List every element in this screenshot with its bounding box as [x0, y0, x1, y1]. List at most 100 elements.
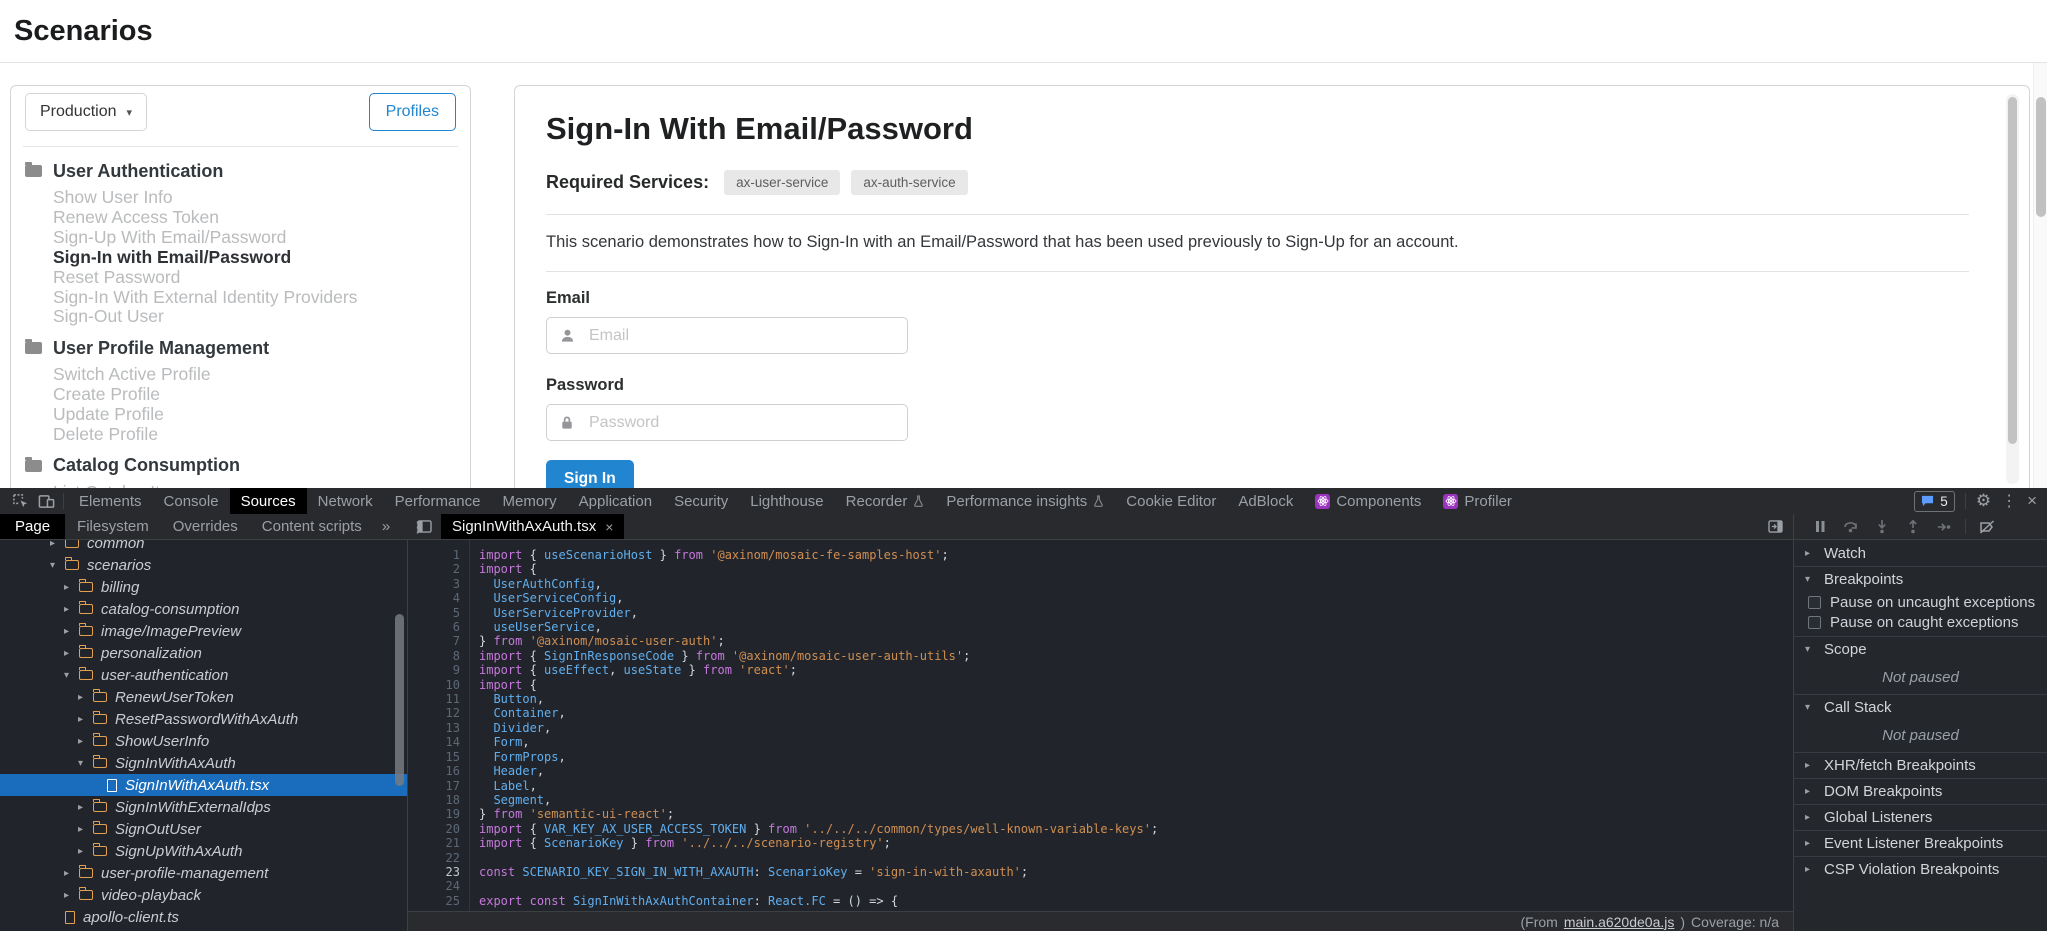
devtools-tab-cookie-editor[interactable]: Cookie Editor: [1115, 488, 1227, 514]
tree-folder-signupwithaxauth[interactable]: ▸SignUpWithAxAuth: [0, 840, 407, 862]
navigator-tab-bar: PageFilesystemOverridesContent scripts »…: [0, 514, 408, 539]
section-header-dom-breakpoints[interactable]: ▸DOM Breakpoints: [1794, 778, 2047, 804]
toolbar-divider: [1965, 493, 1966, 509]
devtools-tab-console[interactable]: Console: [153, 488, 230, 514]
tree-folder-video-playback[interactable]: ▸video-playback: [0, 884, 407, 906]
navigator-tab-page[interactable]: Page: [0, 514, 65, 539]
tree-folder-signinwithexternalidps[interactable]: ▸SignInWithExternalIdps: [0, 796, 407, 818]
devtools-tab-performance[interactable]: Performance: [384, 488, 492, 514]
checkbox[interactable]: [1808, 596, 1821, 609]
devtools-tab-performance-insights[interactable]: Performance insights: [935, 488, 1115, 514]
sidebar-item-sign-out-user[interactable]: Sign-Out User: [53, 307, 456, 327]
devtools-tab-memory[interactable]: Memory: [492, 488, 568, 514]
tree-folder-image-imagepreview[interactable]: ▸image/ImagePreview: [0, 620, 407, 642]
devtools-menu-icon[interactable]: ⋮: [2001, 491, 2017, 511]
issues-counter[interactable]: 5: [1914, 491, 1955, 512]
sidebar-item-renew-access-token[interactable]: Renew Access Token: [53, 208, 456, 228]
devtools-tab-security[interactable]: Security: [663, 488, 739, 514]
sidebar-item-sign-up-with-email-password[interactable]: Sign-Up With Email/Password: [53, 228, 456, 248]
hide-navigator-icon[interactable]: [408, 514, 441, 539]
tree-folder-common[interactable]: ▸common: [0, 540, 407, 554]
devtools-tab-network[interactable]: Network: [307, 488, 384, 514]
inspect-element-icon[interactable]: [7, 488, 33, 514]
code-line: Header,: [479, 764, 1793, 778]
navigator-tab-filesystem[interactable]: Filesystem: [65, 514, 161, 539]
step-out-icon[interactable]: [1901, 520, 1925, 534]
deactivate-breakpoints-icon[interactable]: [1975, 520, 1999, 534]
devtools-tab-elements[interactable]: Elements: [68, 488, 153, 514]
tree-file-signinwithaxauth-tsx[interactable]: SignInWithAxAuth.tsx: [0, 774, 407, 796]
tree-folder-resetpasswordwithaxauth[interactable]: ▸ResetPasswordWithAxAuth: [0, 708, 407, 730]
panel-scrollbar[interactable]: [2006, 94, 2019, 484]
section-header-csp-violation-breakpoints[interactable]: ▸CSP Violation Breakpoints: [1794, 856, 2047, 882]
device-toolbar-icon[interactable]: [33, 488, 59, 514]
tree-folder-signoutuser[interactable]: ▸SignOutUser: [0, 818, 407, 840]
devtools-tab-recorder[interactable]: Recorder: [835, 488, 936, 514]
sidebar-group-header-user-authentication[interactable]: User Authentication: [25, 161, 456, 181]
section-header-watch[interactable]: ▸Watch: [1794, 540, 2047, 566]
checkbox[interactable]: [1808, 616, 1821, 629]
password-input[interactable]: [587, 405, 907, 440]
navigator-scrollbar[interactable]: [395, 614, 404, 786]
tree-file-apollo-client-ts[interactable]: apollo-client.ts: [0, 906, 407, 928]
editor-tab-signinwithaxauth[interactable]: SignInWithAxAuth.tsx ×: [441, 514, 624, 539]
tree-folder-billing[interactable]: ▸billing: [0, 576, 407, 598]
email-input[interactable]: [587, 318, 907, 353]
page-scrollbar-thumb[interactable]: [2036, 97, 2046, 217]
devtools-tab-profiler[interactable]: Profiler: [1432, 488, 1523, 514]
devtools-tab-application[interactable]: Application: [568, 488, 663, 514]
option-pause-on-caught-exceptions[interactable]: Pause on caught exceptions: [1794, 612, 2047, 632]
tree-folder-catalog-consumption[interactable]: ▸catalog-consumption: [0, 598, 407, 620]
sidebar-item-sign-in-with-email-password[interactable]: Sign-In with Email/Password: [53, 248, 456, 268]
section-header-event-listener-breakpoints[interactable]: ▸Event Listener Breakpoints: [1794, 830, 2047, 856]
sidebar-item-delete-profile[interactable]: Delete Profile: [53, 425, 456, 445]
password-label: Password: [546, 376, 1969, 395]
tree-folder-renewusertoken[interactable]: ▸RenewUserToken: [0, 686, 407, 708]
step-icon[interactable]: [1932, 521, 1956, 533]
tree-folder-user-authentication[interactable]: ▾user-authentication: [0, 664, 407, 686]
sidebar-item-show-user-info[interactable]: Show User Info: [53, 188, 456, 208]
devtools-tab-sources[interactable]: Sources: [230, 488, 307, 514]
sidebar-group-header-user-profile-management[interactable]: User Profile Management: [25, 338, 456, 358]
environment-dropdown[interactable]: Production ▾: [25, 93, 147, 131]
tree-folder-personalization[interactable]: ▸personalization: [0, 642, 407, 664]
sidebar-item-create-profile[interactable]: Create Profile: [53, 385, 456, 405]
step-over-icon[interactable]: [1839, 520, 1863, 533]
step-into-icon[interactable]: [1870, 520, 1894, 534]
line-number-gutter[interactable]: 1234567891011121314151617181920212223242…: [408, 540, 470, 911]
tree-folder-signinwithaxauth[interactable]: ▾SignInWithAxAuth: [0, 752, 407, 774]
option-pause-on-uncaught-exceptions[interactable]: Pause on uncaught exceptions: [1794, 592, 2047, 612]
lock-icon: [547, 415, 587, 430]
sidebar-group-header-catalog-consumption[interactable]: Catalog Consumption: [25, 456, 456, 476]
sign-in-button[interactable]: Sign In: [546, 460, 634, 488]
tree-folder-showuserinfo[interactable]: ▸ShowUserInfo: [0, 730, 407, 752]
devtools-tab-label: Memory: [503, 493, 557, 510]
devtools-tab-lighthouse[interactable]: Lighthouse: [739, 488, 834, 514]
tree-folder-user-profile-management[interactable]: ▸user-profile-management: [0, 862, 407, 884]
devtools-tab-adblock[interactable]: AdBlock: [1227, 488, 1304, 514]
sidebar-item-switch-active-profile[interactable]: Switch Active Profile: [53, 365, 456, 385]
sidebar-item-reset-password[interactable]: Reset Password: [53, 268, 456, 288]
navigator-tab-overrides[interactable]: Overrides: [161, 514, 250, 539]
pause-script-icon[interactable]: [1808, 520, 1832, 533]
section-header-xhr-fetch-breakpoints[interactable]: ▸XHR/fetch Breakpoints: [1794, 752, 2047, 778]
section-header-scope[interactable]: ▾Scope: [1794, 636, 2047, 662]
tree-folder-scenarios[interactable]: ▾scenarios: [0, 554, 407, 576]
section-header-global-listeners[interactable]: ▸Global Listeners: [1794, 804, 2047, 830]
source-map-link[interactable]: main.a620de0a.js: [1564, 914, 1675, 930]
navigator-tab-content-scripts[interactable]: Content scripts: [250, 514, 374, 539]
toggle-debugger-pane-icon[interactable]: [1758, 514, 1793, 539]
panel-scrollbar-thumb[interactable]: [2008, 97, 2017, 444]
code-content[interactable]: import { useScenarioHost } from '@axinom…: [470, 540, 1793, 911]
tab-close-icon[interactable]: ×: [605, 519, 613, 535]
page-scrollbar[interactable]: [2033, 63, 2047, 488]
devtools-tab-components[interactable]: Components: [1304, 488, 1432, 514]
settings-gear-icon[interactable]: ⚙: [1976, 491, 1991, 511]
section-header-call-stack[interactable]: ▾Call Stack: [1794, 694, 2047, 720]
devtools-close-icon[interactable]: ×: [2027, 491, 2037, 511]
section-header-breakpoints[interactable]: ▾Breakpoints: [1794, 566, 2047, 592]
sidebar-item-sign-in-with-external-identity-providers[interactable]: Sign-In With External Identity Providers: [53, 288, 456, 308]
more-tabs-chevron[interactable]: »: [374, 514, 398, 539]
profiles-button[interactable]: Profiles: [369, 93, 456, 131]
sidebar-item-update-profile[interactable]: Update Profile: [53, 405, 456, 425]
